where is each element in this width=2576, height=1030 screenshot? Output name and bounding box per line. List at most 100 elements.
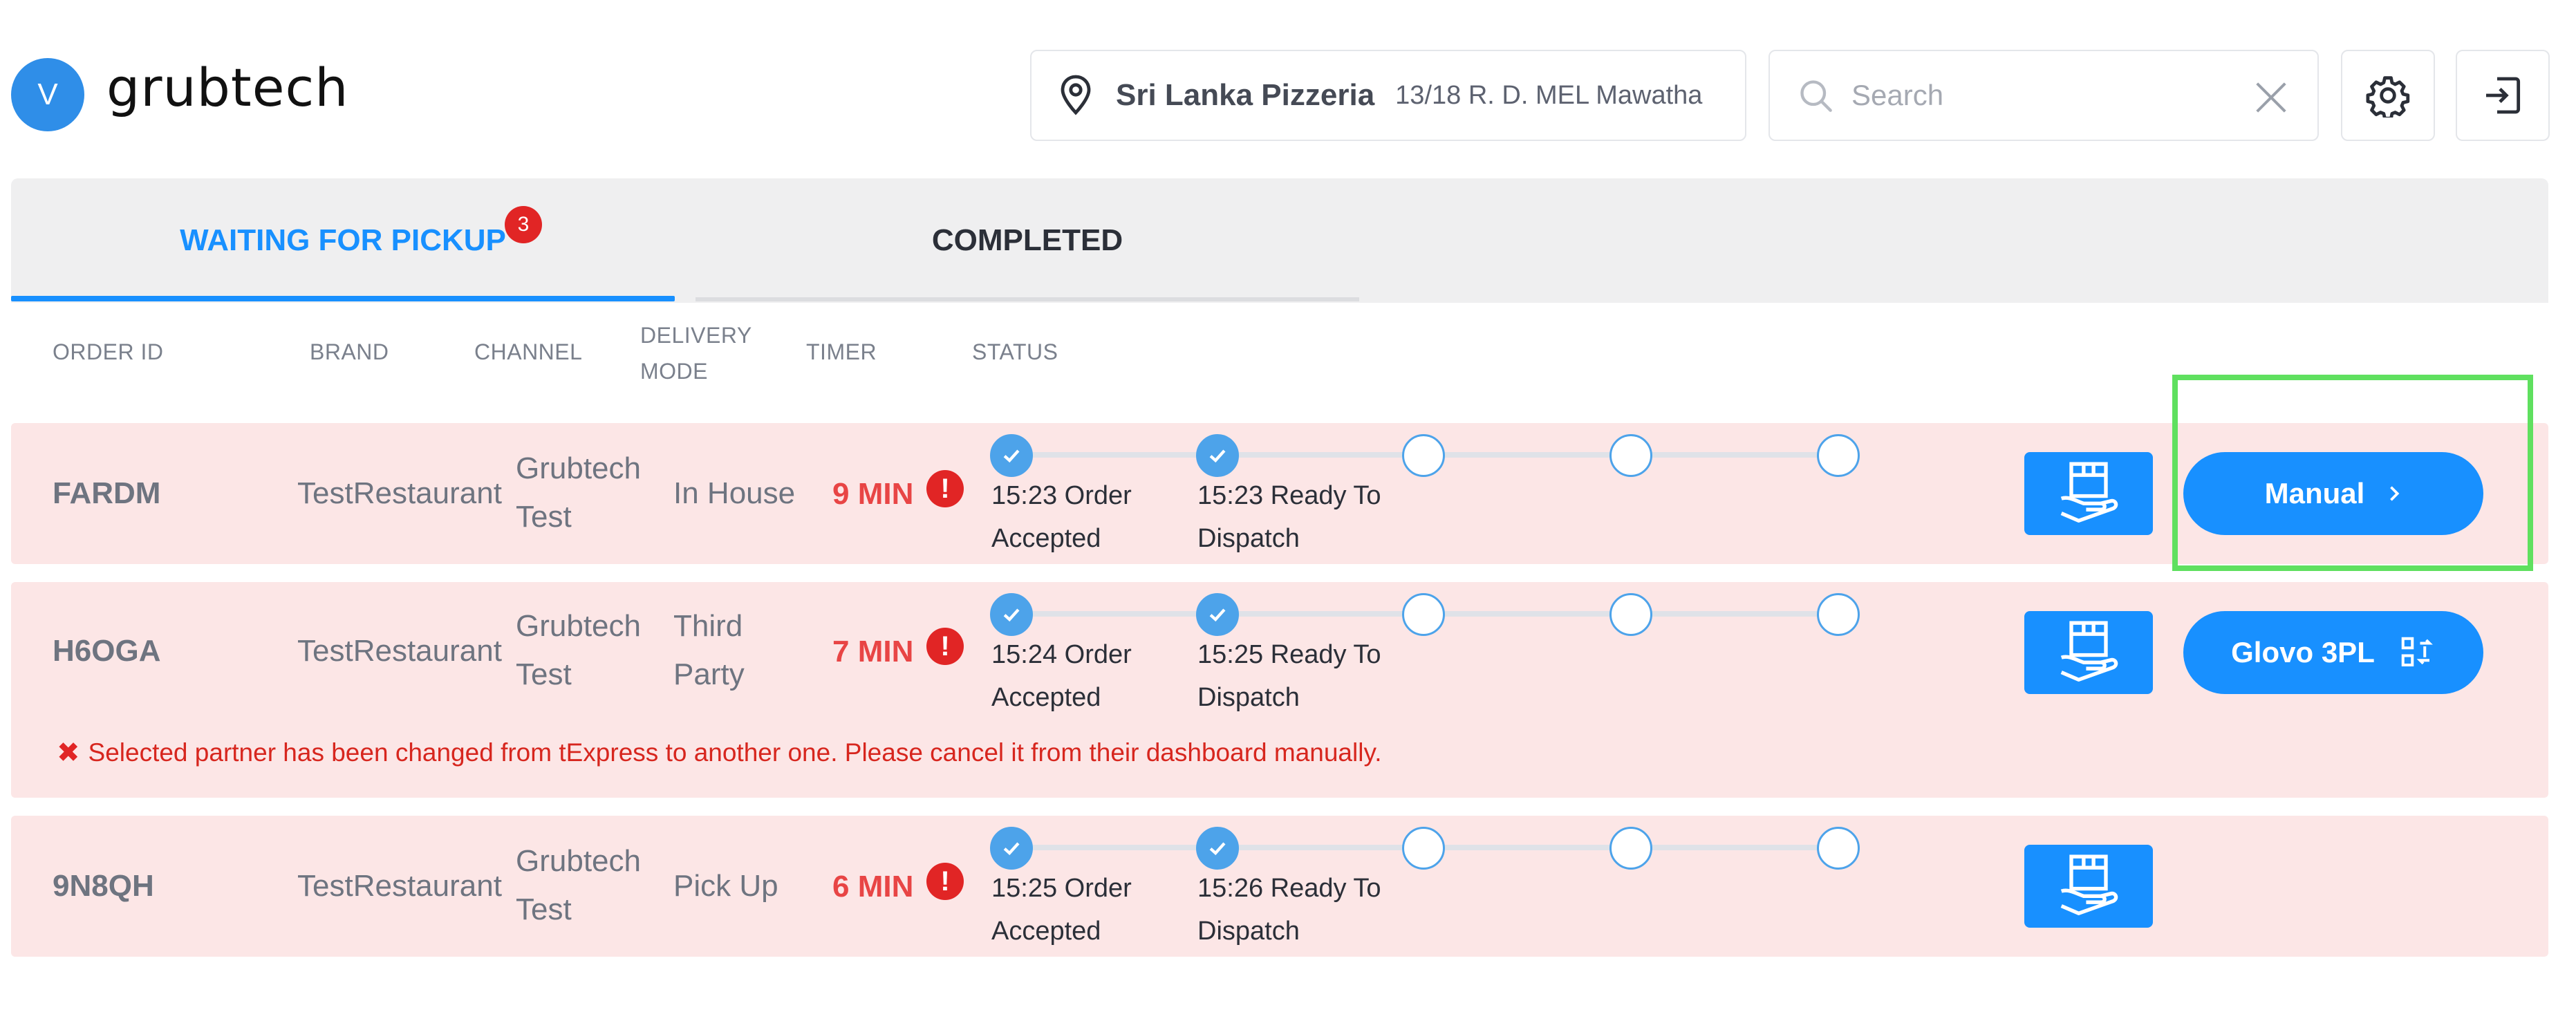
step-2-time: 15:25 Ready To — [1197, 640, 1381, 669]
order-brand: TestRestaurant — [297, 869, 502, 903]
package-hand-icon — [2060, 621, 2118, 682]
tab-waiting-for-pickup[interactable]: WAITING FOR PICKUP 3 — [11, 178, 675, 303]
col-brand: BRAND — [310, 339, 389, 364]
check-icon — [1209, 449, 1226, 463]
step-2-label: Dispatch — [1197, 683, 1300, 712]
order-delivery-mode-1: Third — [673, 609, 743, 643]
status-step-pending — [1609, 434, 1652, 477]
location-address: 13/18 R. D. MEL Mawatha — [1395, 80, 1703, 110]
status-step-pending — [1817, 593, 1860, 636]
status-step-done — [1196, 593, 1239, 636]
order-timer: 7 MIN — [832, 635, 914, 668]
status-step-done — [990, 434, 1033, 477]
step-1-time: 15:24 Order — [991, 640, 1132, 669]
search-input[interactable] — [1851, 79, 2239, 112]
package-button[interactable] — [2024, 845, 2153, 928]
location-selector[interactable]: Sri Lanka Pizzeria 13/18 R. D. MEL Mawat… — [1030, 50, 1746, 141]
step-1-time: 15:23 Order — [991, 481, 1132, 510]
glovo-3pl-button[interactable]: Glovo 3PL — [2183, 611, 2483, 694]
order-brand: TestRestaurant — [297, 476, 502, 510]
grubtech-logo: grubtech — [106, 57, 349, 118]
order-brand: TestRestaurant — [297, 634, 502, 668]
status-step-done — [1196, 434, 1239, 477]
gear-icon — [2366, 76, 2410, 118]
status-step-pending — [1609, 827, 1652, 870]
order-id: 9N8QH — [53, 869, 154, 903]
step-2-time: 15:26 Ready To — [1197, 874, 1381, 903]
order-row[interactable]: 9N8QH TestRestaurant Grubtech Test Pick … — [11, 816, 2548, 957]
status-step-done — [1196, 827, 1239, 870]
highlight-box — [2172, 375, 2533, 571]
user-avatar[interactable]: V — [11, 58, 84, 131]
tab-completed-label: COMPLETED — [931, 223, 1123, 257]
order-id: H6OGA — [53, 634, 161, 668]
map-pin-icon — [1061, 75, 1091, 115]
tab-waiting-label: WAITING FOR PICKUP — [180, 223, 506, 257]
order-timer: 6 MIN — [832, 870, 914, 903]
step-1-label: Accepted — [991, 524, 1101, 553]
location-name: Sri Lanka Pizzeria — [1116, 78, 1375, 112]
order-tabs: WAITING FOR PICKUP 3 COMPLETED — [11, 178, 2548, 303]
error-message: Selected partner has been changed from t… — [88, 738, 1382, 767]
order-channel-1: Grubtech — [516, 609, 641, 643]
active-tab-indicator — [11, 296, 675, 301]
swap-icon — [2401, 637, 2433, 667]
check-icon — [1209, 842, 1226, 856]
col-order-id: ORDER ID — [53, 339, 164, 364]
step-1-label: Accepted — [991, 917, 1101, 946]
tab-completed[interactable]: COMPLETED — [696, 178, 1359, 303]
col-delivery-mode-2: MODE — [640, 359, 708, 384]
status-step-pending — [1402, 593, 1445, 636]
status-step-pending — [1609, 593, 1652, 636]
col-status: STATUS — [972, 339, 1058, 364]
col-delivery-mode-1: DELIVERY — [640, 323, 752, 348]
order-row[interactable]: FARDM TestRestaurant Grubtech Test In Ho… — [11, 423, 2548, 564]
error-x-icon: ✖ — [57, 738, 80, 768]
step-1-label: Accepted — [991, 683, 1101, 712]
package-button[interactable] — [2024, 452, 2153, 535]
check-icon — [1003, 842, 1020, 856]
order-delivery-mode: In House — [673, 476, 796, 510]
settings-button[interactable] — [2341, 50, 2435, 141]
waiting-count-badge: 3 — [505, 206, 542, 243]
inactive-tab-indicator — [696, 297, 1359, 301]
order-channel-2: Test — [516, 892, 572, 926]
status-step-pending — [1817, 434, 1860, 477]
alert-icon: ! — [926, 863, 964, 900]
order-channel-1: Grubtech — [516, 844, 641, 878]
logout-icon — [2486, 77, 2521, 114]
status-step-pending — [1817, 827, 1860, 870]
order-channel-2: Test — [516, 500, 572, 534]
alert-icon: ! — [926, 470, 964, 507]
order-id: FARDM — [53, 476, 161, 510]
step-1-time: 15:25 Order — [991, 874, 1132, 903]
check-icon — [1003, 449, 1020, 463]
order-channel-2: Test — [516, 657, 572, 691]
search-bar — [1768, 50, 2319, 141]
step-2-label: Dispatch — [1197, 524, 1300, 553]
status-step-done — [990, 827, 1033, 870]
status-step-pending — [1402, 434, 1445, 477]
glovo-button-label: Glovo 3PL — [2231, 636, 2375, 668]
step-2-label: Dispatch — [1197, 917, 1300, 946]
logout-button[interactable] — [2456, 50, 2550, 141]
order-delivery-mode-2: Party — [673, 657, 745, 691]
alert-icon: ! — [926, 628, 964, 665]
check-icon — [1209, 608, 1226, 622]
col-timer: TIMER — [806, 339, 877, 364]
step-2-time: 15:23 Ready To — [1197, 481, 1381, 510]
package-hand-icon — [2060, 462, 2118, 523]
order-row[interactable]: H6OGA TestRestaurant Grubtech Test Third… — [11, 582, 2548, 798]
close-icon[interactable] — [2252, 79, 2290, 116]
order-delivery-mode: Pick Up — [673, 869, 778, 903]
order-channel-1: Grubtech — [516, 451, 641, 485]
col-channel: CHANNEL — [474, 339, 583, 364]
check-icon — [1003, 608, 1020, 622]
partner-changed-error: ✖ Selected partner has been changed from… — [57, 737, 1381, 769]
status-step-done — [990, 593, 1033, 636]
package-hand-icon — [2060, 854, 2118, 915]
order-timer: 9 MIN — [832, 477, 914, 511]
package-button[interactable] — [2024, 611, 2153, 694]
search-icon — [1800, 80, 1832, 112]
status-step-pending — [1402, 827, 1445, 870]
